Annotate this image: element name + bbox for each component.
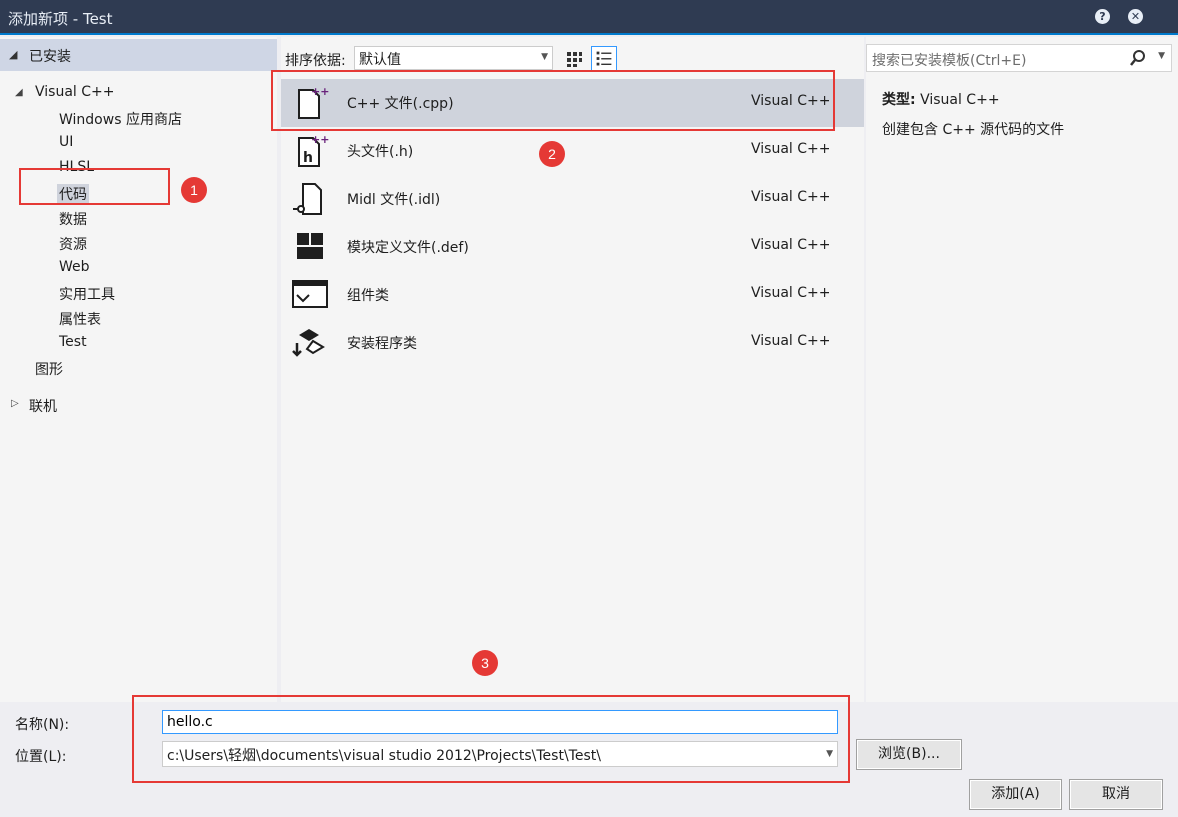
title-bar: 添加新项 - Test ? ✕ (0, 0, 1178, 35)
template-row-installer[interactable]: 安装程序类 Visual C++ (281, 319, 864, 367)
location-label: 位置(L): (15, 749, 67, 765)
tree-header-label: 已安装 (29, 49, 71, 65)
search-placeholder: 搜索已安装模板(Ctrl+E) (872, 53, 1027, 69)
help-icon[interactable]: ? (1095, 9, 1110, 24)
expand-arrow-icon[interactable]: ▷ (11, 398, 19, 409)
template-row-idl[interactable]: Midl 文件(.idl) Visual C++ (281, 175, 864, 223)
idl-file-icon (293, 183, 322, 215)
tree-item-utilities[interactable]: 实用工具 (59, 284, 115, 304)
template-language: Visual C++ (751, 189, 831, 205)
annotation-badge-2: 2 (539, 141, 565, 167)
add-button[interactable]: 添加(A) (969, 779, 1062, 810)
title-accent-line (0, 33, 1178, 35)
grid-view-icon (567, 52, 582, 67)
installer-class-icon (292, 329, 325, 357)
svg-text:++: ++ (311, 133, 329, 146)
tree-header-installed[interactable]: ◢ 已安装 (0, 39, 277, 71)
tree-item-visual-cpp[interactable]: Visual C++ (35, 84, 114, 100)
header-file-icon: h ++ (298, 133, 329, 167)
tree-item-resources[interactable]: 资源 (59, 234, 87, 254)
template-name: 安装程序类 (347, 336, 417, 352)
sort-dropdown[interactable]: 默认值 ▼ (354, 46, 553, 70)
search-input[interactable]: 搜索已安装模板(Ctrl+E) ▼ (866, 44, 1172, 72)
tree-item-web[interactable]: Web (59, 259, 90, 275)
template-row-def[interactable]: 模块定义文件(.def) Visual C++ (281, 223, 864, 271)
collapse-arrow-icon[interactable]: ◢ (9, 48, 17, 61)
template-name: 组件类 (347, 288, 389, 304)
chevron-down-icon: ▼ (541, 52, 548, 62)
tree-item-test[interactable]: Test (59, 334, 87, 350)
annotation-box-1 (19, 168, 170, 205)
tree-item-data[interactable]: 数据 (59, 209, 87, 229)
sort-label: 排序依据: (285, 53, 346, 69)
template-type: 类型: Visual C++ (882, 89, 1000, 109)
component-class-icon (292, 280, 328, 308)
tree-item-property-sheets[interactable]: 属性表 (59, 309, 101, 329)
tree-item-windows-store[interactable]: Windows 应用商店 (59, 109, 182, 129)
type-value: Visual C++ (920, 92, 1000, 108)
search-icon[interactable] (1129, 49, 1147, 67)
chevron-down-icon[interactable]: ▼ (1158, 51, 1165, 61)
browse-button[interactable]: 浏览(B)... (856, 739, 962, 770)
window-title: 添加新项 - Test (8, 10, 113, 28)
name-label: 名称(N): (15, 717, 70, 733)
list-view-icon (596, 51, 612, 66)
annotation-badge-3: 3 (472, 650, 498, 676)
template-name: 模块定义文件(.def) (347, 240, 469, 256)
template-language: Visual C++ (751, 285, 831, 301)
close-icon[interactable]: ✕ (1128, 9, 1143, 24)
template-name: 头文件(.h) (347, 144, 414, 160)
cancel-button[interactable]: 取消 (1069, 779, 1163, 810)
template-list-pane: ++ C++ 文件(.cpp) Visual C++ h ++ 头文件(.h) … (281, 37, 864, 702)
template-row-component[interactable]: 组件类 Visual C++ (281, 271, 864, 319)
def-file-icon (297, 233, 323, 259)
sort-value: 默认值 (359, 52, 401, 68)
template-language: Visual C++ (751, 333, 831, 349)
annotation-badge-1: 1 (181, 177, 207, 203)
svg-text:h: h (303, 150, 313, 166)
tree-item-graphics[interactable]: 图形 (35, 359, 63, 379)
annotation-box-2 (271, 70, 835, 131)
tree-item-online[interactable]: 联机 (29, 396, 57, 416)
annotation-box-3 (132, 695, 850, 783)
tree-item-ui[interactable]: UI (59, 134, 73, 150)
type-label: 类型: (882, 92, 916, 108)
grid-view-button[interactable] (561, 46, 587, 72)
template-language: Visual C++ (751, 237, 831, 253)
template-description: 创建包含 C++ 源代码的文件 (882, 122, 1065, 138)
template-language: Visual C++ (751, 141, 831, 157)
expand-arrow-icon[interactable]: ◢ (15, 87, 23, 98)
list-view-button[interactable] (591, 46, 617, 72)
template-name: Midl 文件(.idl) (347, 192, 441, 208)
template-row-header[interactable]: h ++ 头文件(.h) Visual C++ (281, 127, 864, 175)
